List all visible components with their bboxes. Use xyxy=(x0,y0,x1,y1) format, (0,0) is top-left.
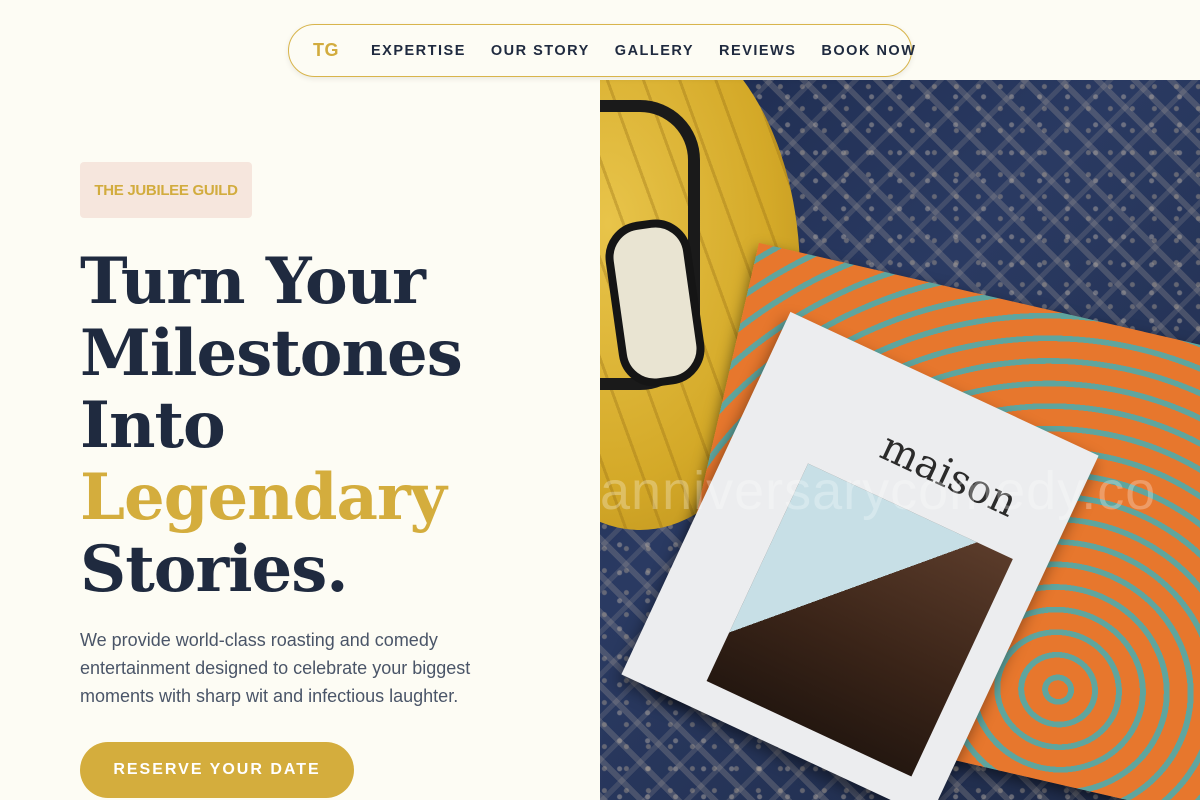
headline-line-1: Turn Your xyxy=(80,244,426,319)
nav-link-gallery[interactable]: GALLERY xyxy=(615,43,694,59)
logo[interactable]: TG xyxy=(313,40,339,61)
reserve-date-button[interactable]: RESERVE YOUR DATE xyxy=(80,742,354,798)
nav-link-reviews[interactable]: REVIEWS xyxy=(719,43,796,59)
headline-line-2: Milestones xyxy=(80,316,463,391)
hero-headline: Turn Your Milestones Into Legendary Stor… xyxy=(80,246,580,606)
top-nav: TG EXPERTISE OUR STORY GALLERY REVIEWS B… xyxy=(288,24,915,77)
nav-link-expertise[interactable]: EXPERTISE xyxy=(371,43,466,59)
nav-link-our-story[interactable]: OUR STORY xyxy=(491,43,590,59)
hero-photo: maison anniversarycomedy.co xyxy=(600,80,1200,800)
hero-description: We provide world-class roasting and come… xyxy=(80,630,471,706)
brand-badge: THE JUBILEE GUILD xyxy=(80,162,252,218)
watermark-text: anniversarycomedy.co xyxy=(600,461,1157,521)
headline-line-5: Stories. xyxy=(80,532,349,607)
nav-links: EXPERTISE OUR STORY GALLERY REVIEWS BOOK… xyxy=(371,43,916,59)
headline-accent: Legendary xyxy=(80,460,447,535)
nav-link-book-now[interactable]: BOOK NOW xyxy=(821,43,916,59)
headline-line-3: Into xyxy=(80,388,226,463)
